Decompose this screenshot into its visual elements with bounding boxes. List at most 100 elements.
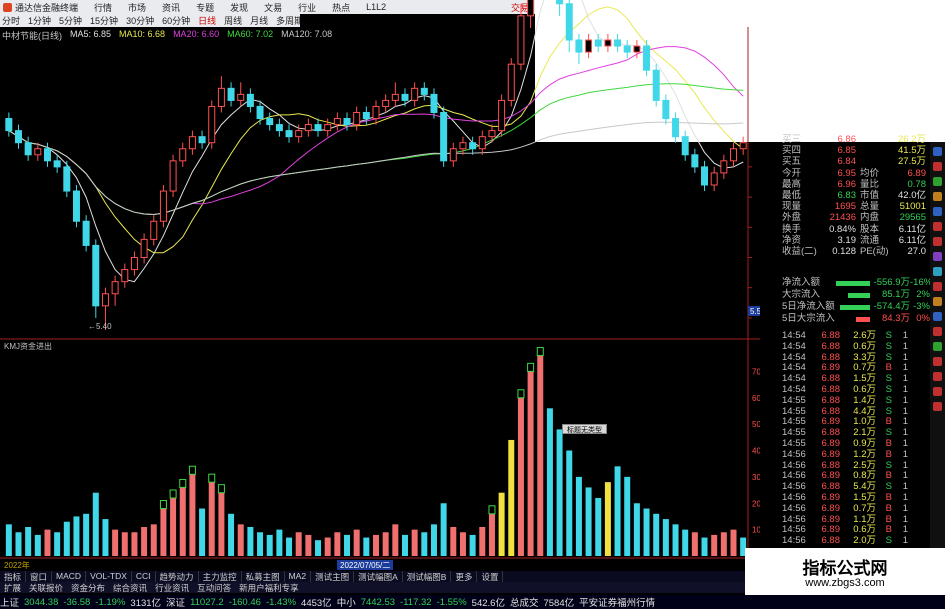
quote-label: 现量 [782, 201, 802, 213]
indicator-tab[interactable]: 测试幅图B [403, 571, 452, 582]
candle [662, 99, 670, 120]
volume-bar [353, 529, 360, 556]
extension-tab[interactable]: 新用户福利专享 [235, 582, 303, 593]
status-item: -160.46 [228, 596, 261, 608]
candle [362, 112, 370, 120]
indicator-tab[interactable]: MA2 [285, 571, 312, 582]
fund-flow-pct: 0% [916, 313, 930, 324]
fund-flow-label: 5日净流入额 [782, 301, 835, 312]
status-item: 7442.53 [360, 596, 396, 608]
volume-bar [711, 534, 718, 556]
indicator-tab[interactable]: VOL-TDX [86, 571, 132, 582]
price-tag: 5.54 [750, 307, 760, 316]
volume-bar [199, 508, 206, 556]
toolbar-icon[interactable] [933, 312, 942, 321]
volume-bar [363, 537, 370, 556]
toolbar-icon[interactable] [933, 147, 942, 156]
date-cursor-label: 2022/07/05/二 [337, 560, 394, 570]
toolbar-icon[interactable] [933, 192, 942, 201]
quote-label: 股本 [860, 223, 880, 235]
quote-value: 6.86 [837, 134, 857, 145]
candle [333, 118, 341, 126]
toolbar-icon[interactable] [933, 222, 942, 231]
toolbar-icon[interactable] [933, 252, 942, 261]
toolbar-icon[interactable] [933, 207, 942, 216]
toolbar-icon[interactable] [933, 177, 942, 186]
candle [43, 148, 51, 162]
quote-value: 6.11亿 [898, 234, 926, 246]
fund-flow-bar-track [834, 301, 870, 313]
kline-chart[interactable]: 6.756.506.256.005.755.505.54←5.40KMJ资金进出… [0, 0, 760, 571]
volume-bar [682, 529, 689, 556]
toolbar-icon[interactable] [933, 372, 942, 381]
indicator-tab[interactable]: 更多 [451, 571, 478, 582]
toolbar-icon[interactable] [933, 282, 942, 291]
volume-bar [218, 492, 225, 556]
volume-bar [575, 476, 582, 556]
market-status-bar: 上证 3044.38 -36.58 -1.19% 3131亿 深证 11027.2 -160.… [0, 595, 945, 609]
indicator-tab-bar: 指标 窗口 MACD VOL-TDX CCI 趋势动力 主力监控 私募主图 MA2 测试主图 测试幅… [0, 571, 760, 582]
candle [420, 87, 428, 95]
quote-value: 6.95 [837, 167, 857, 179]
indicator-tab[interactable]: 趋势动力 [156, 571, 199, 582]
indicator-tab[interactable]: 主力监控 [199, 571, 242, 582]
indicator-tab[interactable]: 私募主图 [242, 571, 285, 582]
quote-value: 1695 [834, 201, 856, 213]
extension-tab[interactable]: 互动问答 [193, 582, 235, 593]
volume-bar [15, 532, 22, 556]
toolbar-icon[interactable] [933, 357, 942, 366]
volume-bar [276, 529, 283, 556]
extension-tab[interactable]: 关联报价 [25, 582, 67, 593]
volume-bar [401, 534, 408, 556]
indicator-tab[interactable]: CCI [132, 571, 156, 582]
tick-volume: 1.2万 [853, 448, 876, 460]
candle [217, 87, 225, 107]
volume-bar [614, 466, 621, 556]
toolbar-icon[interactable] [933, 162, 942, 171]
indicator-tab[interactable]: 指标 [0, 571, 27, 582]
volume-bar-outline [217, 484, 225, 494]
toolbar-icon[interactable] [933, 267, 942, 276]
vol-tick-label: 20000 [752, 499, 760, 508]
toolbar-icon[interactable] [933, 342, 942, 351]
toolbar-icon[interactable] [933, 327, 942, 336]
quote-label: 今开 [782, 167, 802, 179]
candle [633, 45, 641, 53]
volume-bar [479, 526, 486, 556]
toolbar-icon[interactable] [933, 387, 942, 396]
toolbar-icon[interactable] [933, 237, 942, 246]
fund-flow-panel: 净流入额 -556.9万 -16% 大宗流入 85.1万 2% 5日净流入额 -574.4万 -… [782, 277, 932, 325]
fund-flow-value: -574.4万 [873, 301, 910, 312]
tick-list[interactable]: 14:54 6.88 2.6万 S 1 14:54 6.88 0.6万 S 1 14:54 6.88 3… [782, 330, 930, 547]
indicator-tab[interactable]: 设置 [477, 571, 504, 582]
volume-bar [392, 524, 399, 556]
extension-tab[interactable]: 资金分布 [67, 582, 109, 593]
candle [527, 0, 535, 17]
indicator-tab[interactable]: MACD [52, 571, 87, 582]
volume-bar [334, 532, 341, 556]
volume-bar [440, 503, 447, 556]
indicator-tab[interactable]: 测试幅图A [354, 571, 403, 582]
candle [343, 118, 351, 126]
extension-tab[interactable]: 扩展 [0, 582, 25, 593]
quote-label: PE(动) [860, 245, 889, 257]
candle [411, 87, 419, 101]
fund-flow-bar-track [834, 313, 870, 325]
quote-label: 买五 [782, 156, 802, 168]
indicator-tab[interactable]: 窗口 [26, 571, 53, 582]
candle [140, 238, 148, 258]
toolbar-icon[interactable] [933, 297, 942, 306]
candle [478, 136, 486, 150]
candle [575, 39, 583, 53]
status-item: 中小 [336, 598, 356, 609]
vol-tick-label: 50000 [752, 420, 760, 429]
toolbar-icon[interactable] [933, 402, 942, 411]
volume-bar [556, 429, 563, 556]
volume-bar [25, 526, 32, 556]
volume-bar [5, 524, 12, 556]
extension-tab[interactable]: 行业资讯 [151, 582, 193, 593]
quote-row: 买四 6.85 41.5万 [782, 145, 930, 156]
extension-tab[interactable]: 综合资讯 [109, 582, 151, 593]
indicator-tab[interactable]: 测试主图 [311, 571, 355, 582]
candle [672, 118, 680, 138]
